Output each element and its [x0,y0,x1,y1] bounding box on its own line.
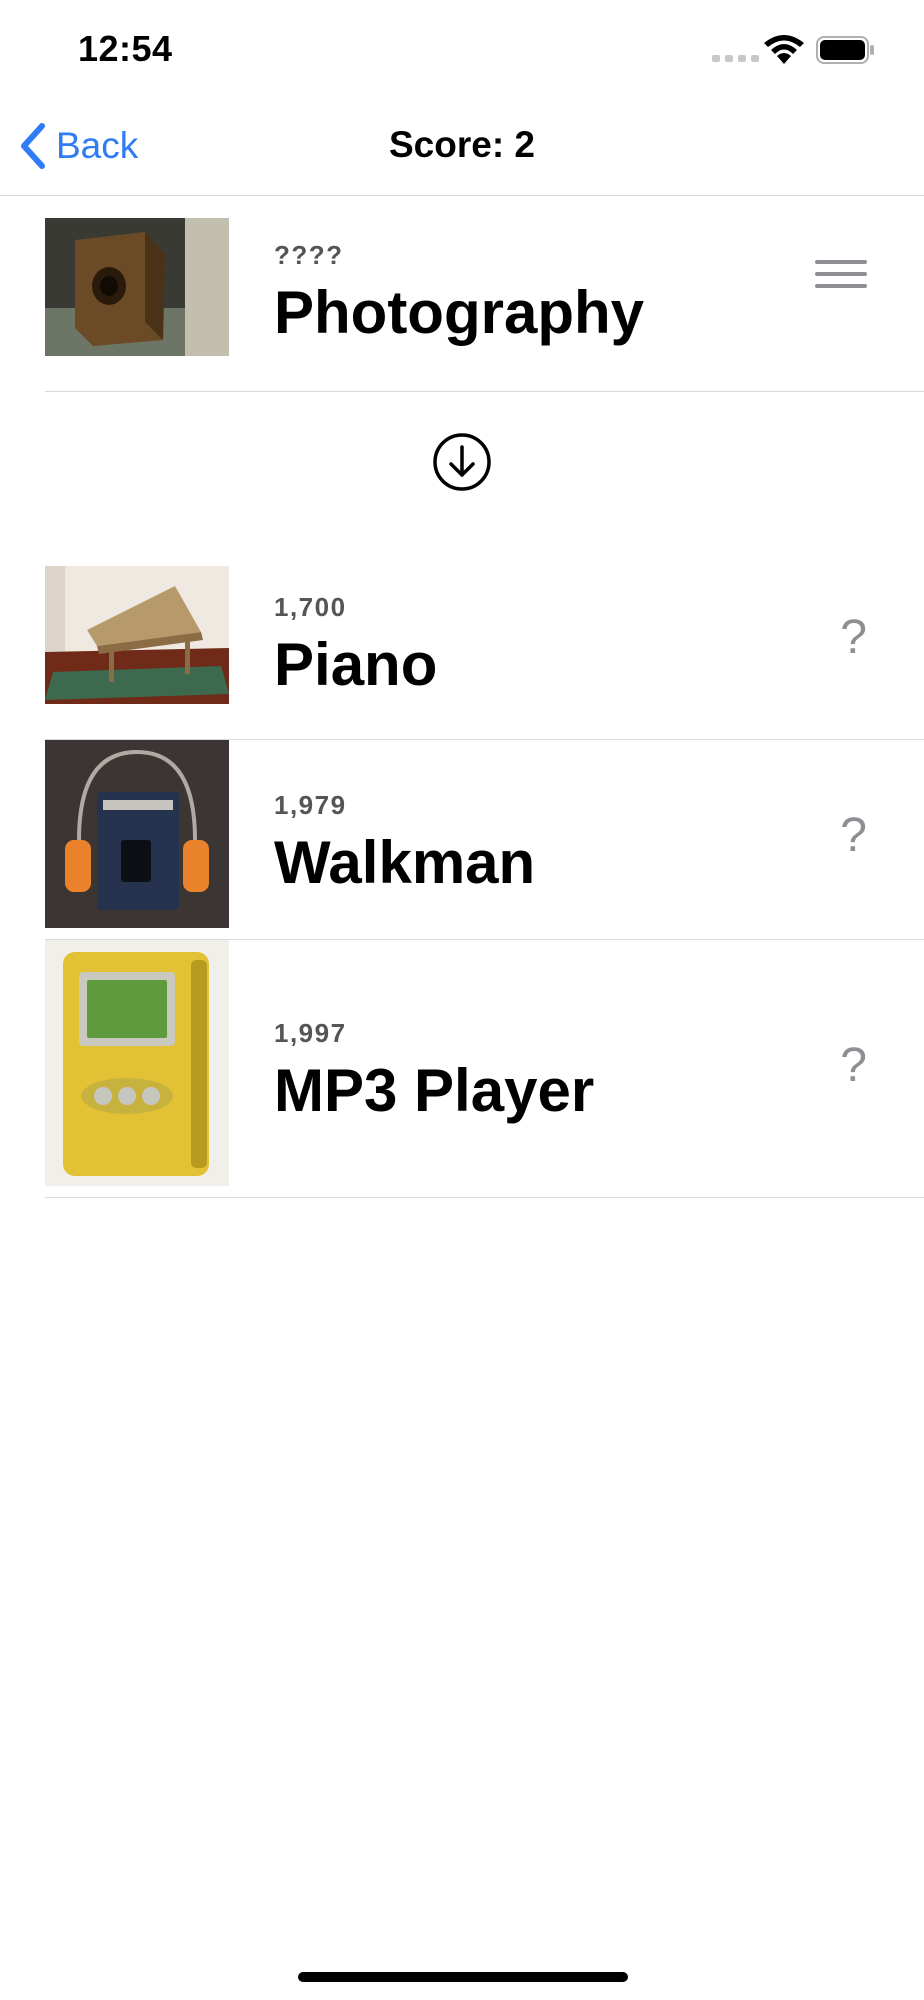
card-year: ???? [274,240,344,270]
row-year: 1,997 [274,1018,347,1048]
timeline-row-piano[interactable]: 1,700 Piano ? [45,566,924,740]
status-bar: 12:54 [0,0,924,100]
card-title: Photography [274,279,644,346]
timeline-row-mp3-player[interactable]: 1,997 MP3 Player ? [45,940,924,1198]
row-title: MP3 Player [274,1057,595,1124]
wifi-icon [764,35,804,64]
page-title: Score: 2 [388,124,535,165]
status-time: 12:54 [78,28,173,69]
arrow-down-circle-icon[interactable] [432,432,492,492]
row-title: Piano [274,631,438,698]
chevron-left-icon [21,123,45,169]
row-year: 1,700 [274,592,347,622]
drag-handle-icon[interactable] [815,260,869,290]
row-title: Walkman [274,829,536,896]
card-image-camera [45,218,229,356]
signal-icon [712,55,759,62]
card-image-mp3-player [45,940,229,1186]
current-card[interactable]: ???? Photography [45,196,924,392]
battery-icon [816,36,874,64]
timeline-row-walkman[interactable]: 1,979 Walkman ? [45,740,924,940]
back-button[interactable]: Back [18,120,138,172]
unknown-status: ? [840,611,867,664]
card-image-walkman [45,740,229,928]
back-label: Back [56,125,139,166]
row-year: 1,979 [274,790,347,820]
unknown-status: ? [840,1039,867,1092]
home-indicator[interactable] [298,1972,628,1982]
unknown-status: ? [840,809,867,862]
card-image-piano [45,566,229,704]
nav-bar: Score: 2 Back [0,100,924,196]
